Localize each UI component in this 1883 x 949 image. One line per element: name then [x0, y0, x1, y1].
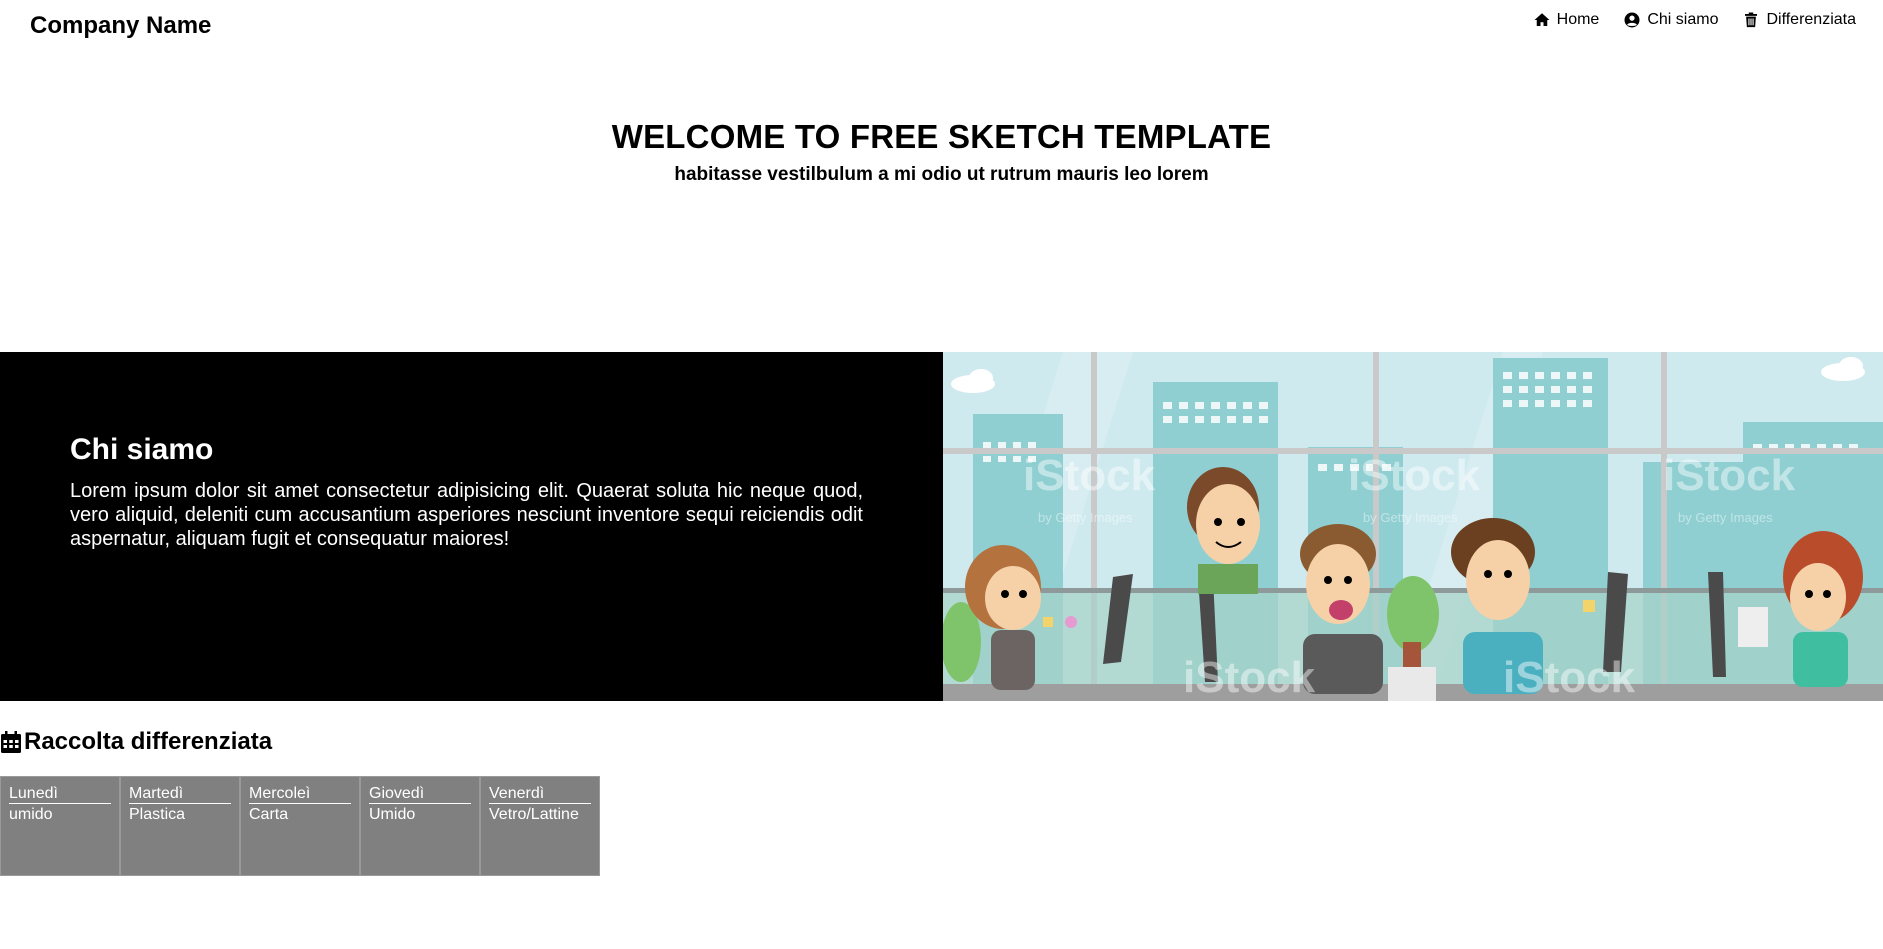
watermark-3: iStock: [1663, 451, 1796, 500]
nav-chi-siamo-link[interactable]: Chi siamo: [1623, 11, 1718, 29]
brand-name[interactable]: Company Name: [30, 12, 211, 40]
about-section: Chi siamo Lorem ipsum dolor sit amet con…: [0, 352, 1883, 701]
day-cell-giovedi[interactable]: Giovedì Umido: [360, 776, 480, 876]
nav-differenziata-link[interactable]: Differenziata: [1742, 11, 1856, 29]
user-circle-icon: [1623, 11, 1641, 29]
nav-home-link[interactable]: Home: [1533, 11, 1600, 29]
day-cell-lunedi[interactable]: Lunedì umido: [0, 776, 120, 876]
nav-differenziata-label: Differenziata: [1766, 11, 1856, 28]
watermark-2: iStock: [1348, 451, 1481, 500]
waste-calendar-section: Raccolta differenziata Lunedì umido Mart…: [0, 728, 600, 876]
watermark-sub-3: by Getty Images: [1678, 510, 1773, 525]
day-waste-type: Umido: [369, 806, 416, 823]
calendar-icon: [0, 730, 22, 754]
about-text-panel: Chi siamo Lorem ipsum dolor sit amet con…: [0, 352, 943, 701]
hero-section: WELCOME TO FREE SKETCH TEMPLATE habitass…: [0, 118, 1883, 186]
waste-calendar-grid: Lunedì umido Martedì Plastica Mercoleì C…: [0, 776, 600, 876]
hero-subtitle: habitasse vestilbulum a mi odio ut rutru…: [674, 164, 1209, 185]
day-name: Martedì: [129, 785, 231, 804]
home-icon: [1533, 11, 1551, 29]
watermark-sub-1: by Getty Images: [1038, 510, 1133, 525]
waste-calendar-header: Raccolta differenziata: [0, 728, 600, 756]
top-navbar: Company Name Home Chi siamo Differenziat…: [0, 0, 1883, 52]
day-waste-type: Carta: [249, 806, 289, 823]
hero-title: WELCOME TO FREE SKETCH TEMPLATE: [611, 118, 1272, 155]
watermark-sub-2: by Getty Images: [1363, 510, 1458, 525]
main-nav: Home Chi siamo Differenziata: [1533, 11, 1856, 29]
trash-icon: [1742, 11, 1760, 29]
nav-home-label: Home: [1556, 11, 1600, 28]
day-waste-type: umido: [9, 806, 53, 823]
waste-calendar-title: Raccolta differenziata: [24, 728, 273, 755]
nav-chi-siamo-label: Chi siamo: [1647, 11, 1719, 28]
watermark-5: iStock: [1503, 653, 1636, 701]
watermark-4: iStock: [1183, 653, 1316, 701]
day-name: Lunedì: [9, 785, 111, 804]
about-body: Lorem ipsum dolor sit amet consectetur a…: [70, 480, 863, 550]
about-title: Chi siamo: [70, 433, 214, 466]
day-cell-venerdi[interactable]: Venerdì Vetro/Lattine: [480, 776, 600, 876]
day-cell-martedi[interactable]: Martedì Plastica: [120, 776, 240, 876]
day-name: Venerdì: [489, 785, 591, 804]
day-name: Giovedì: [369, 785, 471, 804]
office-illustration: iStock iStock iStock iStock iStock by Ge…: [943, 352, 1883, 701]
watermark-1: iStock: [1023, 451, 1156, 500]
day-waste-type: Vetro/Lattine: [489, 806, 579, 823]
day-waste-type: Plastica: [129, 806, 186, 823]
day-name: Mercoleì: [249, 785, 351, 804]
day-cell-mercoledi[interactable]: Mercoleì Carta: [240, 776, 360, 876]
